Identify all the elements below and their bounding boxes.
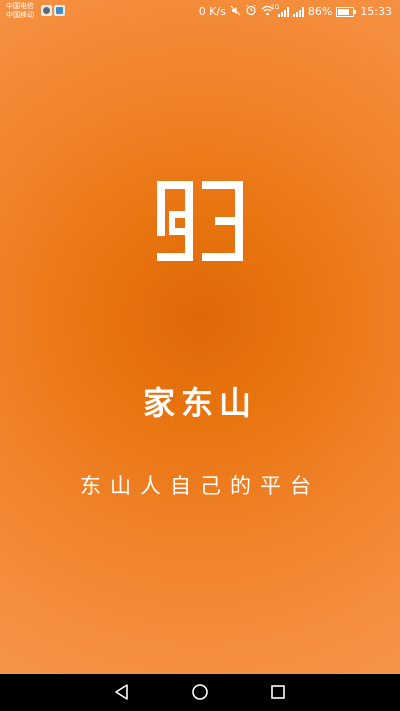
back-triangle-icon: [115, 684, 128, 700]
alarm-icon: [245, 4, 257, 20]
signal-icon-secondary: [292, 7, 304, 17]
notification-icons: [41, 5, 65, 16]
app-name: 家东山: [142, 384, 257, 422]
carrier-line-2: 中国移动: [6, 11, 34, 19]
clock: 15:33: [360, 5, 392, 18]
net-speed: 0 K/s: [198, 5, 226, 18]
status-indicators: 0 K/s 2G 86% 15:33: [199, 4, 392, 20]
network-type-label: 2G: [270, 4, 280, 11]
back-button[interactable]: [112, 682, 132, 702]
recent-apps-button[interactable]: [268, 682, 288, 702]
carrier-line-1: 中国电信: [6, 2, 34, 10]
battery-percent: 86%: [307, 5, 333, 18]
home-circle-icon: [192, 684, 208, 700]
notification-app-icon: [54, 5, 65, 16]
signal-icon: [277, 7, 289, 17]
splash-screen: 中国电信 中国移动 0 K/s 2G 86% 15:33 家东山 东山人自己的平…: [0, 0, 400, 674]
carrier-info: 中国电信 中国移动: [6, 2, 34, 20]
status-bar: 中国电信 中国移动 0 K/s 2G 86% 15:33: [0, 0, 400, 24]
mute-icon: [230, 5, 241, 20]
battery-icon: [336, 7, 357, 17]
recent-square-icon: [271, 685, 285, 699]
tagline: 东山人自己的平台: [80, 474, 320, 498]
home-button[interactable]: [190, 682, 210, 702]
notification-app-icon: [41, 5, 52, 16]
navigation-bar: [0, 674, 400, 711]
logo-icon: [157, 181, 243, 261]
